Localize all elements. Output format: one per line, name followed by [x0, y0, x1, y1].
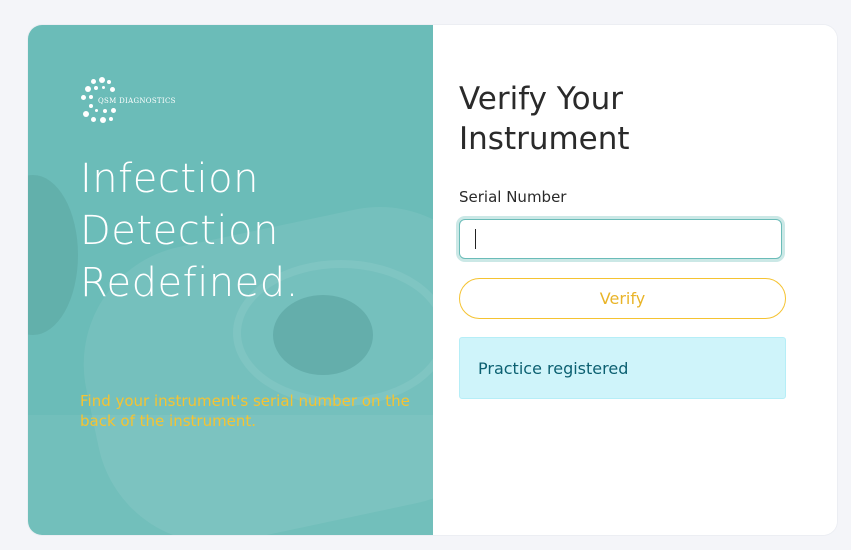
form-panel: Verify Your Instrument Serial Number Ver…	[433, 25, 837, 535]
brand-logo: QSM DIAGNOSTICS	[81, 77, 177, 129]
page-title: Verify Your Instrument	[459, 81, 630, 157]
background-photo-shape	[28, 175, 78, 335]
text-caret	[475, 229, 476, 249]
dot-cluster-logo-icon: QSM DIAGNOSTICS	[81, 77, 177, 129]
serial-hint-text: Find your instrument's serial number on …	[80, 392, 410, 430]
serial-number-label: Serial Number	[459, 188, 567, 206]
status-alert-message: Practice registered	[478, 358, 629, 378]
hero-panel: QSM DIAGNOSTICS Infection Detection Rede…	[28, 25, 433, 535]
background-photo-shape	[28, 415, 433, 535]
verification-card: QSM DIAGNOSTICS Infection Detection Rede…	[28, 25, 837, 535]
verify-button[interactable]: Verify	[459, 278, 786, 319]
status-alert: Practice registered	[459, 337, 786, 399]
serial-number-input[interactable]	[459, 219, 782, 259]
brand-name: QSM DIAGNOSTICS	[97, 97, 177, 105]
hero-headline: Infection Detection Redefined.	[80, 156, 299, 306]
